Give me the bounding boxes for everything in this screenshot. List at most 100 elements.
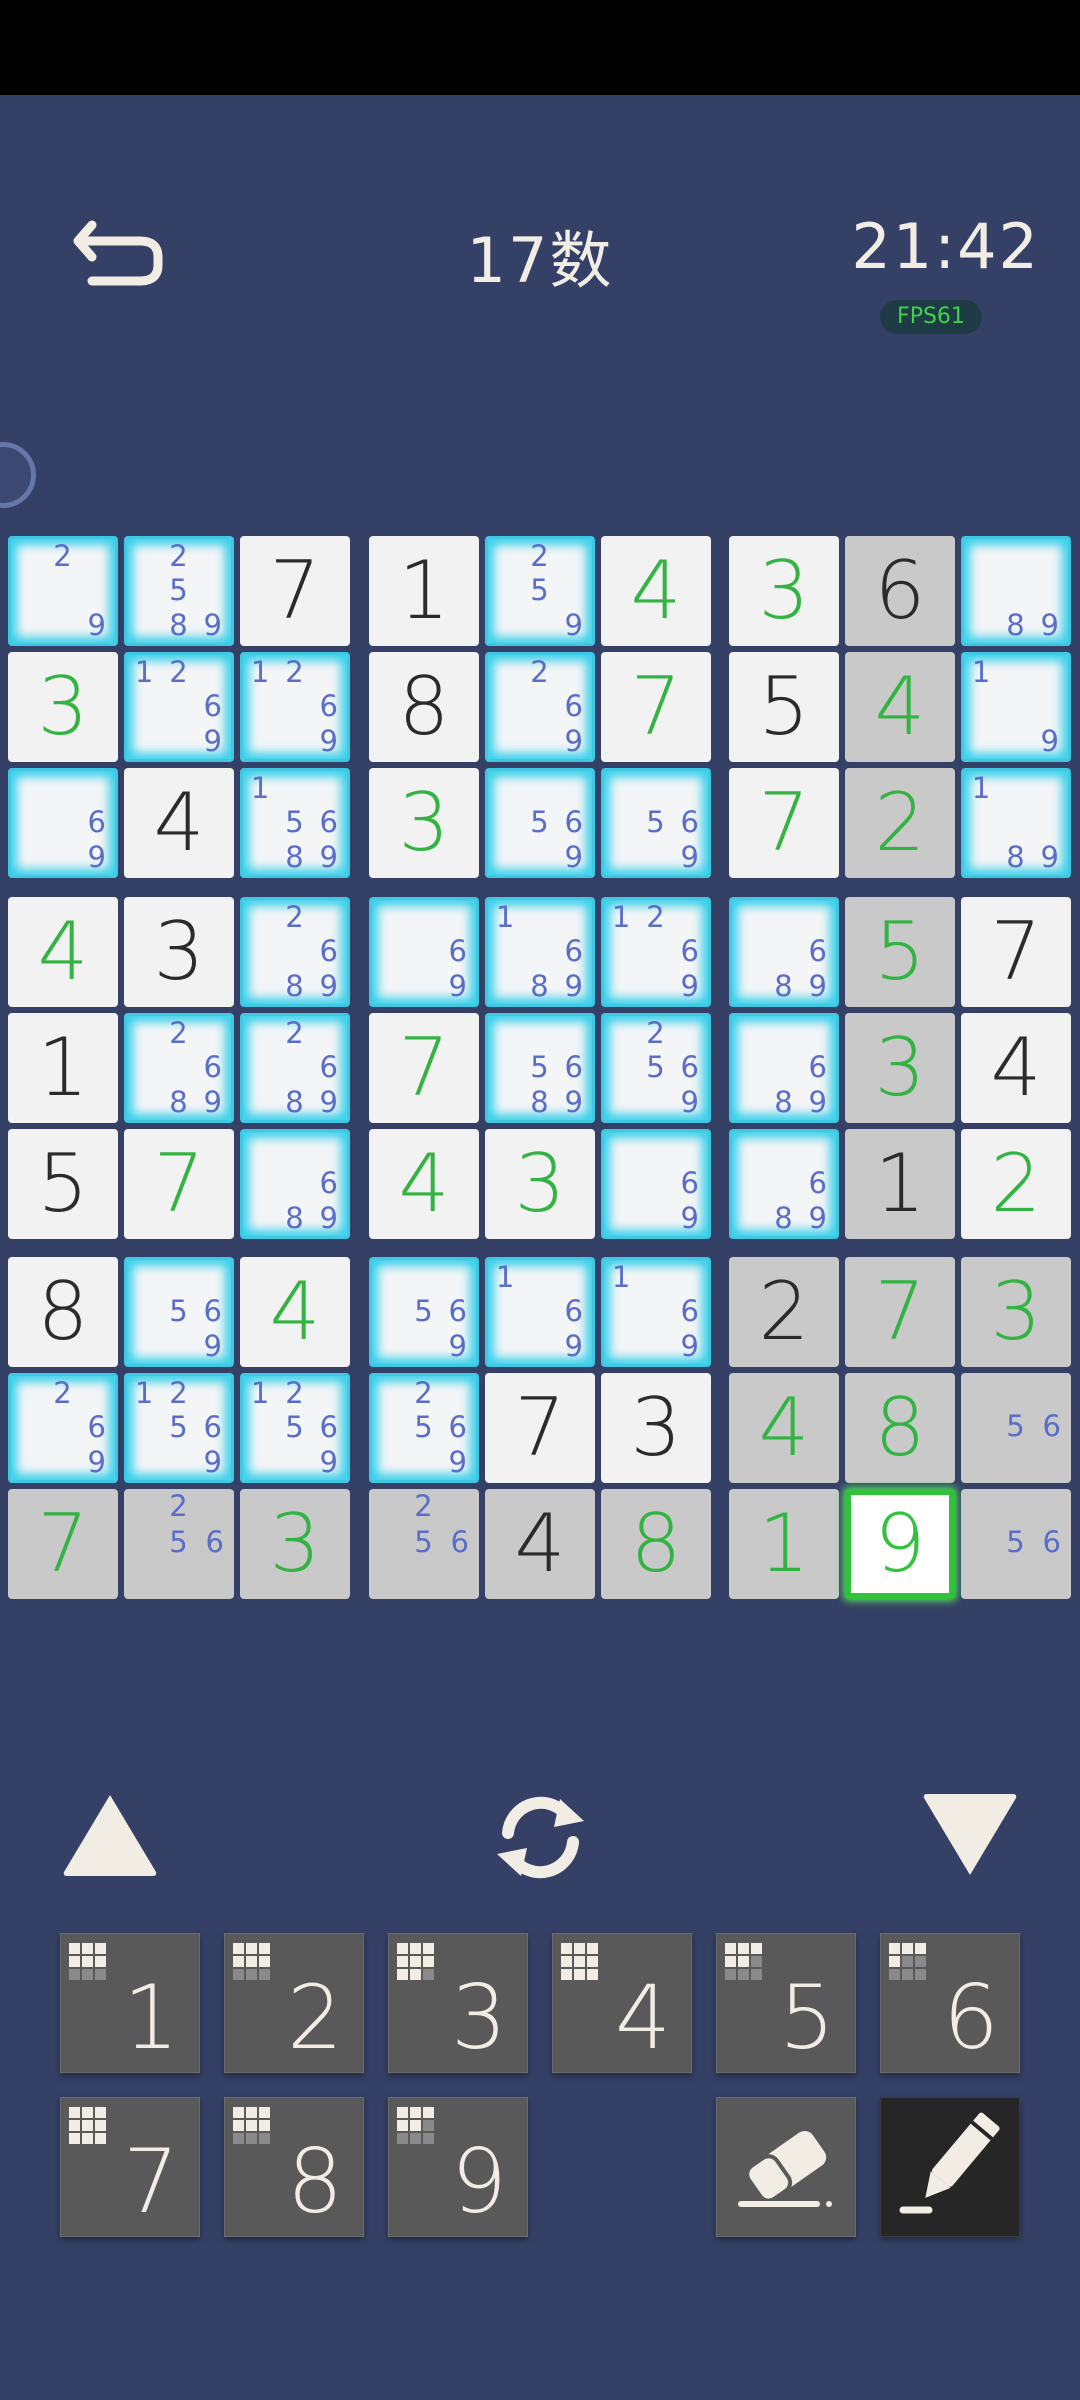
board-cell[interactable]: 2 — [961, 1129, 1071, 1239]
cell-value: 2 — [874, 776, 926, 869]
board-cell[interactable]: 3 — [124, 897, 234, 1007]
pencil-mark: 9 — [808, 968, 827, 1003]
board-cell[interactable]: 2689 — [240, 897, 350, 1007]
board-cell[interactable]: 3 — [240, 1489, 350, 1599]
board-cell[interactable]: 12569 — [124, 1373, 234, 1483]
board-cell[interactable]: 56 — [961, 1373, 1071, 1483]
board-cell[interactable]: 4 — [961, 1013, 1071, 1123]
board-cell[interactable]: 7 — [729, 768, 839, 878]
digit-key-2[interactable]: 2 — [224, 1933, 364, 2073]
board-cell[interactable]: 1 — [729, 1489, 839, 1599]
board-cell[interactable]: 8 — [8, 1257, 118, 1367]
board-cell[interactable]: 1269 — [124, 652, 234, 762]
digit-key-6[interactable]: 6 — [880, 1933, 1020, 2073]
erase-button[interactable] — [716, 2097, 856, 2237]
board-cell[interactable]: 2 — [845, 768, 955, 878]
board-cell[interactable]: 4 — [845, 652, 955, 762]
board-cell[interactable]: 9 — [845, 1489, 955, 1599]
board-cell[interactable]: 56 — [961, 1489, 1071, 1599]
board-cell[interactable]: 2569 — [369, 1373, 479, 1483]
board-cell[interactable]: 4 — [601, 536, 711, 646]
board-cell[interactable]: 1 69 — [485, 1257, 595, 1367]
board-cell[interactable]: 69 — [601, 1129, 711, 1239]
board-cell[interactable]: 4 — [8, 897, 118, 1007]
board-cell[interactable]: 29 — [8, 536, 118, 646]
board-cell[interactable]: 5 — [8, 1129, 118, 1239]
board-cell[interactable]: 1 — [845, 1129, 955, 1239]
board-cell[interactable]: 4 — [729, 1373, 839, 1483]
board-cell[interactable]: 7 — [485, 1373, 595, 1483]
digit-key-7[interactable]: 7 — [60, 2097, 200, 2237]
board-cell[interactable]: 7 — [601, 652, 711, 762]
digit-key-1[interactable]: 1 — [60, 1933, 200, 2073]
board-cell[interactable]: 7 — [240, 536, 350, 646]
board-cell[interactable]: 569 — [485, 768, 595, 878]
board-cell[interactable]: 5 — [845, 897, 955, 1007]
board-cell[interactable]: 689 — [240, 1129, 350, 1239]
board-cell[interactable]: 19 — [961, 652, 1071, 762]
board-cell[interactable]: 3 — [845, 1013, 955, 1123]
board-cell[interactable]: 3 — [8, 652, 118, 762]
digit-key-8[interactable]: 8 — [224, 2097, 364, 2237]
board-cell[interactable]: 4 — [485, 1489, 595, 1599]
board-cell[interactable]: 1 — [8, 1013, 118, 1123]
cell-value: 3 — [990, 1265, 1042, 1358]
board-cell[interactable]: 269 — [485, 652, 595, 762]
board-cell[interactable]: 4 — [369, 1129, 479, 1239]
board-cell[interactable]: 8 — [845, 1373, 955, 1483]
board-cell[interactable]: 569 — [601, 768, 711, 878]
board-cell[interactable]: 7 — [961, 897, 1071, 1007]
board-cell[interactable]: 2589 — [124, 536, 234, 646]
board-cell[interactable]: 12569 — [240, 1373, 350, 1483]
pencil-button[interactable] — [880, 2097, 1020, 2237]
board-cell[interactable]: 1 — [369, 536, 479, 646]
board-cell[interactable]: 7 — [845, 1257, 955, 1367]
board-cell[interactable]: 3 — [601, 1373, 711, 1483]
board-cell[interactable]: 6 — [845, 536, 955, 646]
pencil-mark: 9 — [808, 1084, 827, 1119]
board-cell[interactable]: 2689 — [240, 1013, 350, 1123]
board-cell[interactable]: 2689 — [124, 1013, 234, 1123]
board-cell[interactable]: 15689 — [240, 768, 350, 878]
digit-key-5[interactable]: 5 — [716, 1933, 856, 2073]
board-cell[interactable]: 689 — [729, 1129, 839, 1239]
board-cell[interactable]: 689 — [729, 897, 839, 1007]
board-cell[interactable]: 3 — [961, 1257, 1071, 1367]
board-cell[interactable]: 689 — [729, 1013, 839, 1123]
board-cell[interactable]: 69 — [8, 768, 118, 878]
board-cell[interactable]: 569 — [369, 1257, 479, 1367]
board-cell[interactable]: 3 — [729, 536, 839, 646]
up-button[interactable] — [60, 1790, 160, 1880]
pencil-mark: 9 — [203, 1444, 222, 1479]
board-cell[interactable]: 69 — [369, 897, 479, 1007]
board-cell[interactable]: 89 — [961, 536, 1071, 646]
board-cell[interactable]: 569 — [124, 1257, 234, 1367]
board-cell[interactable]: 7 — [8, 1489, 118, 1599]
board-cell[interactable]: 2569 — [601, 1013, 711, 1123]
rotate-button[interactable] — [488, 1785, 593, 1890]
board-cell[interactable]: 3 — [369, 768, 479, 878]
board-cell[interactable]: 1 69 — [601, 1257, 711, 1367]
down-button[interactable] — [920, 1790, 1020, 1880]
board-cell[interactable]: 5689 — [485, 1013, 595, 1123]
board-cell[interactable]: 256 — [369, 1489, 479, 1599]
board-cell[interactable]: 5 — [729, 652, 839, 762]
board-cell[interactable]: 259 — [485, 536, 595, 646]
board-cell[interactable]: 1689 — [485, 897, 595, 1007]
digit-key-9[interactable]: 9 — [388, 2097, 528, 2237]
board-cell[interactable]: 269 — [8, 1373, 118, 1483]
board-cell[interactable]: 8 — [601, 1489, 711, 1599]
board-cell[interactable]: 1269 — [601, 897, 711, 1007]
board-cell[interactable]: 7 — [124, 1129, 234, 1239]
board-cell[interactable]: 4 — [240, 1257, 350, 1367]
board-cell[interactable]: 256 — [124, 1489, 234, 1599]
board-cell[interactable]: 8 — [369, 652, 479, 762]
board-cell[interactable]: 4 — [124, 768, 234, 878]
board-cell[interactable]: 189 — [961, 768, 1071, 878]
board-cell[interactable]: 2 — [729, 1257, 839, 1367]
board-cell[interactable]: 1269 — [240, 652, 350, 762]
board-cell[interactable]: 7 — [369, 1013, 479, 1123]
digit-key-3[interactable]: 3 — [388, 1933, 528, 2073]
digit-key-4[interactable]: 4 — [552, 1933, 692, 2073]
board-cell[interactable]: 3 — [485, 1129, 595, 1239]
